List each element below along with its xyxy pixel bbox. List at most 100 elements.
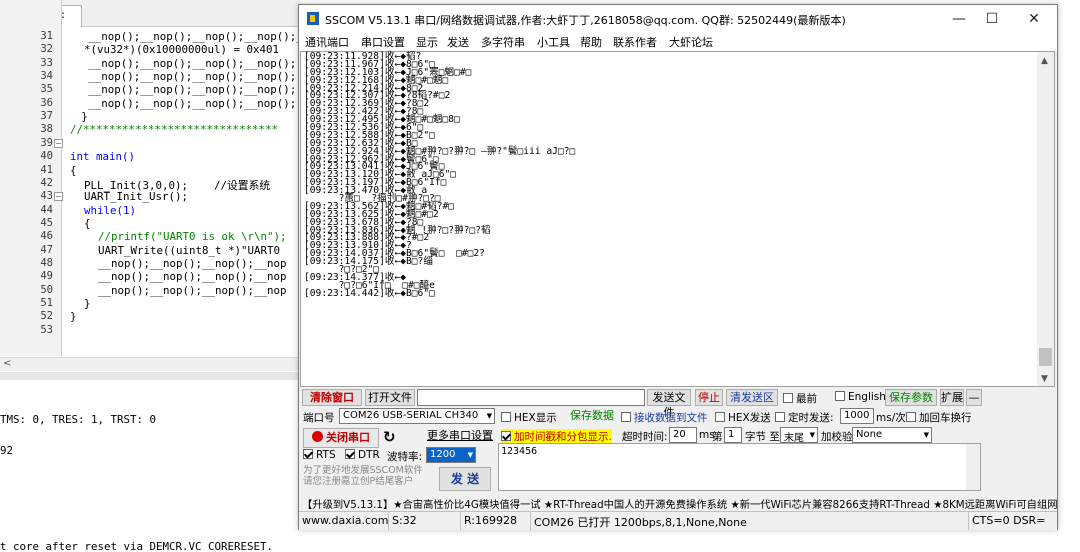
dropdown-arrow-icon: ▼: [923, 431, 929, 439]
dropdown-arrow-icon: ▼: [486, 412, 492, 420]
checkbox-checked-icon: [303, 449, 313, 459]
timestamp-checkbox[interactable]: 加时间戳和分包显示.: [501, 429, 612, 444]
code-line: UART_Write((uint8_t *)"UART0: [98, 243, 281, 257]
receive-area[interactable]: [09:23:11.928]收←◆韬? [09:23:11.967]收←◆8□6"…: [300, 51, 1055, 387]
send-input-area[interactable]: 123456: [498, 443, 981, 491]
sscom-window: SSCOM V5.13.1 串口/网络数据调试器,作者:大虾丁丁,2618058…: [298, 4, 1058, 530]
port-select[interactable]: COM26 USB-SERIAL CH340 ▼: [339, 408, 495, 424]
timeout-input[interactable]: 20: [669, 427, 697, 443]
code-line: //printf("UART0 is ok \r\n");: [98, 230, 287, 244]
more-serial-settings-button[interactable]: 更多串口设置: [427, 428, 493, 445]
file-path-field[interactable]: [417, 389, 645, 406]
code-line: __nop();__nop();__nop();__nop: [98, 256, 287, 270]
stop-button[interactable]: 停止: [695, 389, 723, 406]
byte-label-start: 第: [712, 431, 723, 443]
code-line: __nop();__nop();__nop();__nop();: [88, 83, 297, 97]
menu-contact-author[interactable]: 联系作者: [613, 34, 657, 50]
promo-banner[interactable]: 【升级到V5.13.1】★合宙高性价比4G模块值得一试 ★RT-Thread中国…: [299, 494, 1057, 512]
rts-label: RTS: [316, 449, 336, 461]
add-crlf-label: 加回车换行: [919, 412, 972, 424]
code-line: {: [84, 216, 91, 230]
title-bar[interactable]: SSCOM V5.13.1 串口/网络数据调试器,作者:大虾丁丁,2618058…: [299, 5, 1057, 32]
scroll-thumb[interactable]: [1039, 348, 1052, 366]
send-file-button[interactable]: 发送文件: [647, 389, 691, 419]
line-number: 43: [40, 190, 53, 203]
close-button[interactable]: ✕: [1019, 9, 1049, 29]
code-line: __nop();__nop();__nop();__nop();: [88, 96, 297, 110]
code-line: //******************************: [70, 123, 279, 137]
scroll-left-icon[interactable]: <: [3, 358, 11, 369]
clear-send-area-button[interactable]: 清发送区: [726, 389, 778, 406]
line-number: 51: [40, 297, 53, 309]
english-checkbox[interactable]: English: [835, 391, 886, 403]
maximize-button[interactable]: ☐: [977, 9, 1007, 29]
panel-divider[interactable]: [0, 372, 300, 380]
received-line: [09:23:13.888]收←◆?#□2: [304, 232, 430, 244]
minimize-button[interactable]: —: [944, 9, 974, 29]
clear-window-button[interactable]: 清除窗口: [302, 389, 362, 406]
byte-end-select[interactable]: 末尾 ▼: [780, 427, 818, 443]
dtr-checkbox[interactable]: DTR: [345, 449, 380, 461]
dropdown-arrow-icon: ▼: [467, 451, 473, 459]
line-number: 52: [40, 310, 53, 323]
status-site[interactable]: www.daxia.com: [299, 512, 389, 530]
editor-horizontal-scrollbar[interactable]: <: [0, 357, 300, 371]
refresh-icon[interactable]: ↻: [383, 428, 396, 446]
menu-forum[interactable]: 大虾论坛: [669, 34, 713, 50]
line-number: 36: [40, 96, 53, 109]
code-line: __nop();__nop();__nop();__nop: [98, 283, 287, 297]
status-port-state: COM26 已打开 1200bps,8,1,None,None: [531, 512, 969, 530]
menu-serial-settings[interactable]: 串口设置: [361, 34, 405, 50]
rts-checkbox[interactable]: RTS: [303, 449, 336, 461]
send-area-scrollbar[interactable]: [966, 444, 980, 490]
hex-display-checkbox[interactable]: HEX显示: [501, 410, 557, 425]
fold-toggle-icon[interactable]: −: [54, 138, 63, 148]
menu-tools[interactable]: 小工具: [537, 34, 570, 50]
topmost-checkbox[interactable]: 最前: [783, 391, 817, 406]
line-number: 34: [40, 70, 53, 83]
add-crlf-checkbox[interactable]: 加回车换行: [906, 410, 972, 425]
fold-toggle-icon[interactable]: −: [54, 191, 63, 201]
send-button[interactable]: 发 送: [439, 467, 491, 491]
checksum-select[interactable]: None ▼: [852, 427, 932, 443]
save-data-button[interactable]: 保存数据: [567, 408, 617, 425]
menu-comm-port[interactable]: 通讯端口: [305, 34, 349, 50]
save-params-button[interactable]: 保存参数: [885, 389, 937, 406]
close-port-button[interactable]: 关闭串口: [303, 428, 379, 448]
recv-to-file-checkbox[interactable]: 接收数据到文件: [621, 410, 708, 425]
menu-help[interactable]: 帮助: [580, 34, 602, 50]
checkbox-icon: [835, 391, 845, 401]
line-number-gutter: 31 32 33 34 35 36 37 38 39 40 41−42 43 44 45−46 47 48 49…: [0, 0, 63, 356]
port-value: COM26 USB-SERIAL CH340: [343, 410, 479, 421]
checksum-value: None: [856, 429, 883, 440]
byte-start-input[interactable]: 1: [724, 427, 742, 443]
menu-bar: 通讯端口 串口设置 显示 发送 多字符串 小工具 帮助 联系作者 大虾论坛: [299, 32, 1057, 51]
menu-multi-string[interactable]: 多字符串: [481, 34, 525, 50]
hex-send-checkbox[interactable]: HEX发送: [715, 410, 771, 425]
timed-send-checkbox[interactable]: 定时发送:: [775, 410, 834, 425]
checkbox-icon: [715, 412, 725, 422]
scroll-down-icon[interactable]: ▼: [1041, 374, 1048, 384]
collapse-button[interactable]: —: [966, 389, 982, 406]
receive-vertical-scrollbar[interactable]: ▲ ▼: [1037, 52, 1054, 386]
open-file-button[interactable]: 打开文件: [365, 389, 415, 406]
checkbox-icon: [783, 393, 793, 403]
checkbox-checked-icon: [345, 449, 355, 459]
menu-display[interactable]: 显示: [416, 34, 438, 50]
port-status-icon: [312, 431, 323, 442]
line-number: 49: [40, 270, 53, 283]
sscom-app-icon: [307, 12, 319, 25]
register-hint[interactable]: 为了更好地发展SSCOM软件 请您注册嘉立创P结尾客户: [303, 465, 423, 487]
baud-select[interactable]: 1200 ▼: [426, 447, 476, 463]
output-line: TMS: 0, TRES: 1, TRST: 0: [0, 413, 157, 426]
expand-button[interactable]: 扩展: [940, 389, 964, 406]
output-line: 92: [0, 444, 14, 457]
byte-label-to: 字节 至: [745, 431, 780, 443]
scroll-up-icon[interactable]: ▲: [1041, 56, 1048, 66]
timed-interval-input[interactable]: 1000: [840, 408, 874, 424]
received-log: [09:23:11.928]收←◆韬? [09:23:11.967]收←◆8□6"…: [304, 52, 1034, 298]
menu-send[interactable]: 发送: [447, 34, 469, 50]
output-line: t core after reset via DEMCR.VC CORERESE…: [0, 540, 274, 552]
line-number: 31: [40, 30, 53, 42]
port-label: 端口号: [303, 412, 335, 424]
